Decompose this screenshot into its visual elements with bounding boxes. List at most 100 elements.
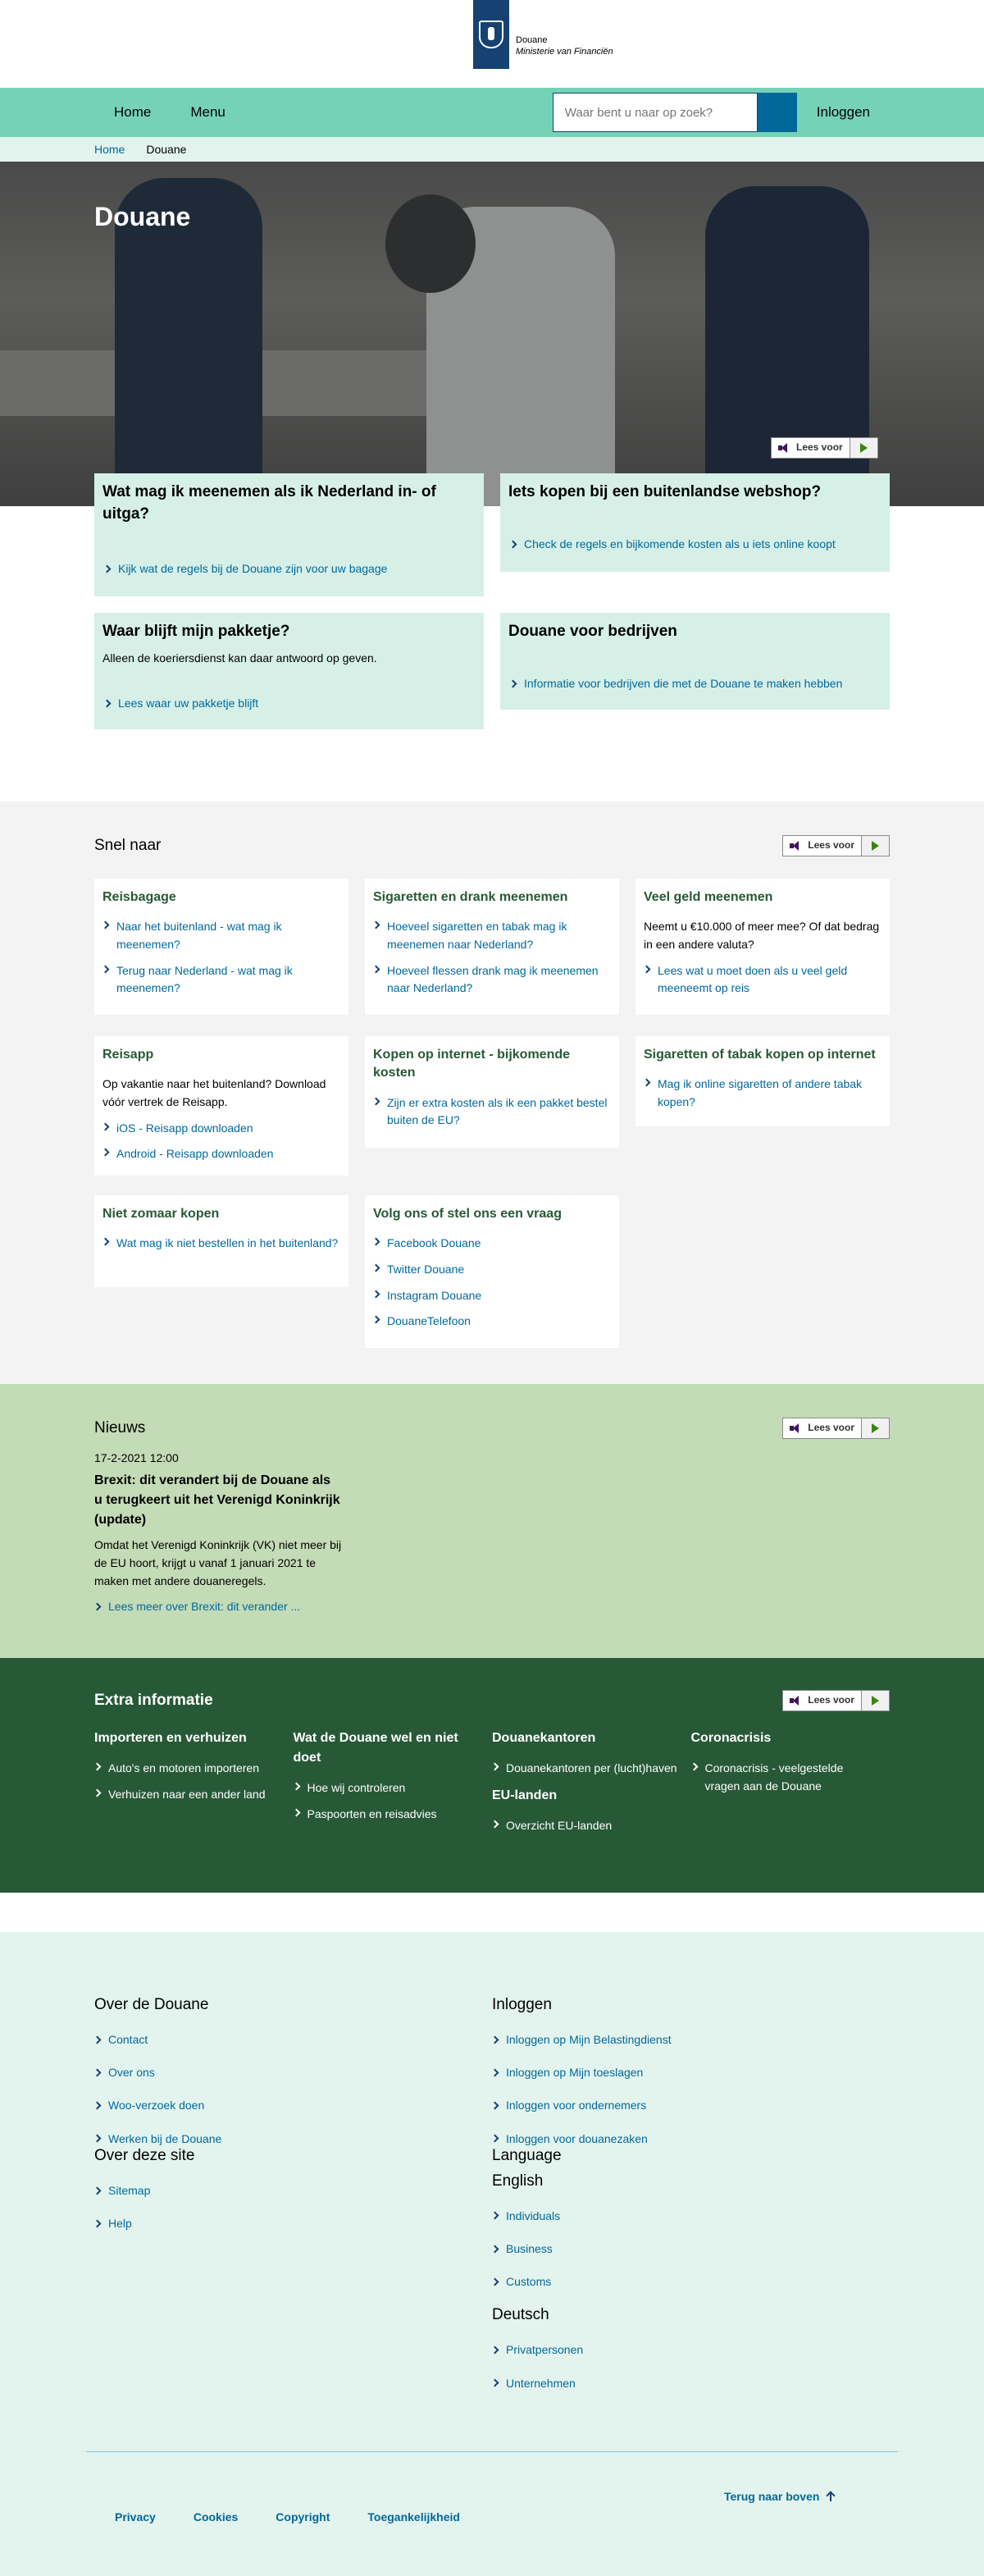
- readaloud-hero[interactable]: Lees voor: [771, 437, 878, 459]
- tile-link[interactable]: Twitter Douane: [387, 1261, 464, 1279]
- list-item[interactable]: Unternehmen: [490, 2375, 890, 2391]
- footer-cookies-link[interactable]: Cookies: [194, 2509, 238, 2525]
- footer-privacy-link[interactable]: Privacy: [115, 2509, 156, 2525]
- footer-link[interactable]: Inloggen voor douanezaken: [506, 2132, 648, 2145]
- list-item[interactable]: Individuals: [490, 2208, 890, 2224]
- play-button[interactable]: [861, 1691, 889, 1710]
- col-link[interactable]: Hoe wij controleren: [308, 1779, 406, 1797]
- news-more-link[interactable]: Lees meer over Brexit: dit verander ...: [93, 1598, 890, 1615]
- list-item[interactable]: iOS - Reisapp downloaden: [101, 1120, 340, 1138]
- tile-link[interactable]: Mag ik online sigaretten of andere tabak…: [658, 1076, 882, 1111]
- list-item[interactable]: Customs: [490, 2273, 890, 2290]
- footer-link[interactable]: Business: [506, 2242, 553, 2255]
- list-item[interactable]: Terug naar Nederland - wat mag ik meenem…: [101, 962, 340, 998]
- list-item[interactable]: Facebook Douane: [371, 1235, 611, 1253]
- list-item[interactable]: Auto's en motoren importeren: [93, 1760, 285, 1778]
- footer-link[interactable]: Woo-verzoek doen: [108, 2099, 204, 2112]
- breadcrumb-home[interactable]: Home: [94, 141, 125, 158]
- tile-link[interactable]: Lees wat u moet doen als u veel geld mee…: [658, 962, 882, 998]
- tile-link[interactable]: Instagram Douane: [387, 1287, 481, 1305]
- tile-link[interactable]: Terug naar Nederland - wat mag ik meenem…: [116, 962, 340, 998]
- card-link[interactable]: Informatie voor bedrijven die met de Dou…: [508, 675, 842, 692]
- list-item[interactable]: Wat mag ik niet bestellen in het buitenl…: [101, 1235, 340, 1253]
- list-item[interactable]: Twitter Douane: [371, 1261, 611, 1279]
- list-item[interactable]: Over ons: [93, 2064, 492, 2080]
- search-input[interactable]: [552, 93, 758, 132]
- footer-link[interactable]: Sitemap: [108, 2184, 150, 2197]
- footer-link[interactable]: Contact: [108, 2033, 148, 2046]
- search-button[interactable]: [757, 93, 797, 132]
- footer-link[interactable]: Inloggen op Mijn toeslagen: [506, 2066, 643, 2079]
- list-item[interactable]: Business: [490, 2240, 890, 2257]
- col-link[interactable]: Douanekantoren per (lucht)haven: [506, 1760, 677, 1778]
- list-item[interactable]: Mag ik online sigaretten of andere tabak…: [642, 1076, 882, 1111]
- card-link[interactable]: Lees waar uw pakketje blijft: [102, 695, 258, 711]
- footer-accessibility-link[interactable]: Toegankelijkheid: [367, 2509, 460, 2525]
- readaloud-snel[interactable]: Lees voor: [782, 835, 890, 856]
- footer-link[interactable]: Inloggen op Mijn Belastingdienst: [506, 2033, 672, 2046]
- nav-login[interactable]: Inloggen: [797, 103, 890, 123]
- nav-home[interactable]: Home: [94, 103, 171, 123]
- news-headline[interactable]: Brexit: dit verandert bij de Douane als …: [94, 1471, 340, 1530]
- col-link[interactable]: Auto's en motoren importeren: [108, 1760, 259, 1778]
- card-link[interactable]: Check de regels en bijkomende kosten als…: [508, 536, 836, 552]
- tile-link[interactable]: Hoeveel sigaretten en tabak mag ik meene…: [387, 918, 611, 953]
- list-item[interactable]: Werken bij de Douane: [93, 2131, 492, 2147]
- tile-link[interactable]: Zijn er extra kosten als ik een pakket b…: [387, 1094, 611, 1130]
- list-item[interactable]: Inloggen op Mijn toeslagen: [490, 2064, 890, 2080]
- list-item[interactable]: Naar het buitenland - wat mag ik meeneme…: [101, 918, 340, 953]
- list-item[interactable]: Android - Reisapp downloaden: [101, 1145, 340, 1163]
- list-item[interactable]: Inloggen voor douanezaken: [490, 2131, 890, 2147]
- col-link[interactable]: Verhuizen naar een ander land: [108, 1786, 265, 1804]
- list-item[interactable]: Inloggen voor ondernemers: [490, 2097, 890, 2113]
- play-button[interactable]: [849, 438, 877, 458]
- footer-links-english: Individuals Business Customs: [490, 2208, 890, 2291]
- list-item[interactable]: Lees wat u moet doen als u veel geld mee…: [642, 962, 882, 998]
- list-item[interactable]: Hoe wij controleren: [292, 1779, 485, 1797]
- tile-link[interactable]: Naar het buitenland - wat mag ik meeneme…: [116, 918, 340, 953]
- footer-link[interactable]: Inloggen voor ondernemers: [506, 2099, 646, 2112]
- footer-link[interactable]: Privatpersonen: [506, 2343, 583, 2356]
- list-item[interactable]: Paspoorten en reisadvies: [292, 1806, 485, 1824]
- col-link[interactable]: Coronacrisis - veelgestelde vragen aan d…: [705, 1760, 882, 1795]
- footer-link[interactable]: Help: [108, 2217, 132, 2230]
- readaloud-extra[interactable]: Lees voor: [782, 1690, 890, 1711]
- footer-link[interactable]: Individuals: [506, 2209, 560, 2222]
- list-item[interactable]: Hoeveel flessen drank mag ik meenemen na…: [371, 962, 611, 998]
- list-item[interactable]: Coronacrisis - veelgestelde vragen aan d…: [690, 1760, 882, 1795]
- list-item[interactable]: DouaneTelefoon: [371, 1313, 611, 1331]
- footer-link[interactable]: Unternehmen: [506, 2377, 576, 2390]
- card-link[interactable]: Kijk wat de regels bij de Douane zijn vo…: [102, 560, 387, 577]
- footer-copyright-link[interactable]: Copyright: [276, 2509, 330, 2525]
- list-item[interactable]: Help: [93, 2215, 492, 2231]
- tile-link[interactable]: Wat mag ik niet bestellen in het buitenl…: [116, 1235, 338, 1253]
- list-item[interactable]: Inloggen op Mijn Belastingdienst: [490, 2031, 890, 2048]
- list-item[interactable]: Zijn er extra kosten als ik een pakket b…: [371, 1094, 611, 1130]
- col-link[interactable]: Paspoorten en reisadvies: [308, 1806, 437, 1824]
- readaloud-nieuws[interactable]: Lees voor: [782, 1418, 890, 1439]
- footer-link[interactable]: Over ons: [108, 2066, 155, 2079]
- list-item[interactable]: Sitemap: [93, 2182, 492, 2199]
- list-item[interactable]: Contact: [93, 2031, 492, 2048]
- nav-menu[interactable]: Menu: [171, 103, 245, 123]
- list-item[interactable]: Hoeveel sigaretten en tabak mag ik meene…: [371, 918, 611, 953]
- play-button[interactable]: [861, 1418, 889, 1438]
- tile-link[interactable]: iOS - Reisapp downloaden: [116, 1120, 253, 1138]
- list-item[interactable]: Overzicht EU-landen: [490, 1817, 683, 1835]
- back-to-top-link[interactable]: Terug naar boven: [724, 2488, 834, 2505]
- col-link[interactable]: Overzicht EU-landen: [506, 1817, 612, 1835]
- footer-link[interactable]: Werken bij de Douane: [108, 2132, 221, 2145]
- list-item[interactable]: Verhuizen naar een ander land: [93, 1786, 285, 1804]
- logo[interactable]: Douane Ministerie van Financiën: [473, 0, 613, 69]
- play-icon: [859, 443, 868, 453]
- tile-link[interactable]: DouaneTelefoon: [387, 1313, 471, 1331]
- tile-link[interactable]: Android - Reisapp downloaden: [116, 1145, 273, 1163]
- tile-link[interactable]: Hoeveel flessen drank mag ik meenemen na…: [387, 962, 611, 998]
- list-item[interactable]: Privatpersonen: [490, 2341, 890, 2358]
- play-button[interactable]: [861, 836, 889, 856]
- list-item[interactable]: Woo-verzoek doen: [93, 2097, 492, 2113]
- tile-link[interactable]: Facebook Douane: [387, 1235, 481, 1253]
- list-item[interactable]: Douanekantoren per (lucht)haven: [490, 1760, 683, 1778]
- footer-link[interactable]: Customs: [506, 2275, 551, 2288]
- list-item[interactable]: Instagram Douane: [371, 1287, 611, 1305]
